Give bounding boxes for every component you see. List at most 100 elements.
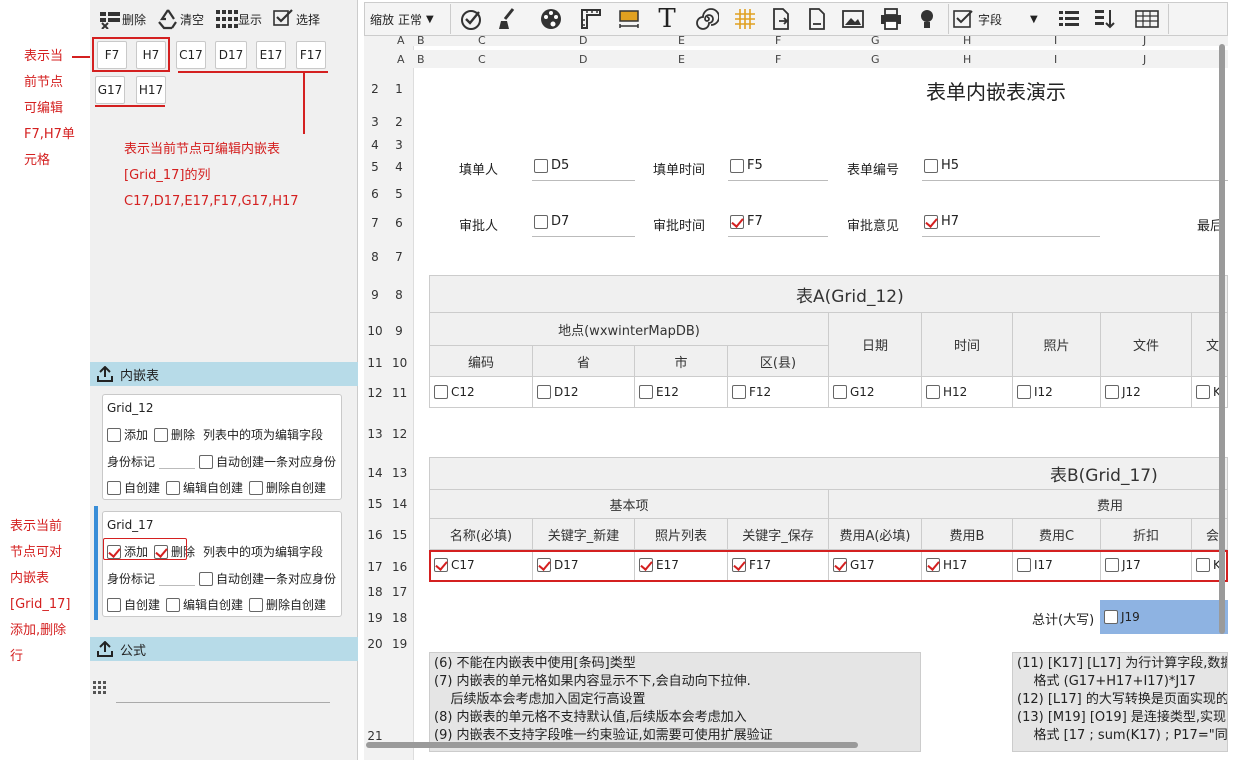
filler-field[interactable]: D5 bbox=[534, 158, 569, 173]
cell-checkbox[interactable] bbox=[833, 385, 847, 399]
field-dropdown[interactable]: 字段 ▼ bbox=[952, 8, 1044, 30]
add-checkbox[interactable] bbox=[107, 427, 121, 442]
edit-self-checkbox[interactable] bbox=[166, 480, 181, 495]
field-checkbox[interactable] bbox=[924, 214, 938, 229]
editable-cell-button[interactable]: H7 bbox=[136, 41, 166, 69]
horizontal-scrollbar[interactable] bbox=[366, 742, 858, 748]
identity-input[interactable] bbox=[159, 455, 196, 469]
col-header: J bbox=[1143, 34, 1147, 47]
cell-checkbox[interactable] bbox=[1105, 385, 1119, 399]
grid-a-header: 照片 bbox=[1013, 313, 1101, 377]
grid-a-cell[interactable]: G12 bbox=[829, 377, 922, 408]
cell-checkbox[interactable] bbox=[926, 385, 940, 399]
field-checkbox[interactable] bbox=[730, 214, 744, 229]
fill-time-label: 填单时间 bbox=[653, 163, 706, 178]
approver-field[interactable]: D7 bbox=[534, 214, 569, 229]
editable-cell-button[interactable]: F7 bbox=[97, 41, 127, 69]
text-icon[interactable]: T bbox=[654, 4, 680, 34]
grid-a-cell[interactable]: D12 bbox=[533, 377, 635, 408]
cell-checkbox[interactable] bbox=[1017, 385, 1031, 399]
embedded-section-header[interactable]: 内嵌表 bbox=[90, 362, 358, 386]
cell-label: C12 bbox=[451, 385, 475, 399]
left-toolbar: 删除 清空 显示 选择 bbox=[98, 6, 356, 32]
column-button[interactable]: E17 bbox=[256, 41, 286, 69]
vertical-scrollbar[interactable] bbox=[1219, 44, 1225, 634]
self-create-checkbox[interactable] bbox=[107, 597, 121, 612]
grid-a-header: 日期 bbox=[829, 313, 922, 377]
new-doc-icon[interactable] bbox=[804, 6, 830, 32]
col-header: A bbox=[397, 34, 405, 47]
column-button[interactable]: F17 bbox=[296, 41, 326, 69]
fill-time-field[interactable]: F5 bbox=[730, 158, 763, 173]
auto-create-checkbox[interactable] bbox=[199, 571, 214, 586]
brush-icon[interactable] bbox=[494, 6, 520, 32]
delete-self-checkbox[interactable] bbox=[249, 597, 264, 612]
delete-self-checkbox[interactable] bbox=[249, 480, 264, 495]
grid-a-cell[interactable]: H12 bbox=[922, 377, 1013, 408]
grid-a-cell[interactable]: E12 bbox=[635, 377, 728, 408]
delete-button[interactable]: 删除 bbox=[98, 9, 146, 29]
check-icon[interactable] bbox=[458, 6, 484, 32]
column-button[interactable]: D17 bbox=[215, 41, 247, 69]
self-create-checkbox[interactable] bbox=[107, 480, 121, 495]
row-number: 4 bbox=[371, 138, 379, 152]
column-button[interactable]: G17 bbox=[95, 76, 125, 104]
row-number: 8 bbox=[371, 250, 379, 264]
form-title: 表单内嵌表演示 bbox=[926, 80, 1066, 104]
form-no-field[interactable]: H5 bbox=[924, 158, 959, 173]
edit-self-checkbox[interactable] bbox=[166, 597, 181, 612]
editable-row-highlight bbox=[429, 550, 1228, 582]
annotation-line: 内嵌表 bbox=[10, 571, 50, 586]
resize-icon[interactable] bbox=[616, 6, 642, 32]
grid-a-header: 编码 bbox=[429, 346, 533, 377]
cell-checkbox[interactable] bbox=[639, 385, 653, 399]
identity-input[interactable] bbox=[159, 572, 196, 586]
bulb-icon[interactable] bbox=[914, 6, 940, 32]
cell-checkbox[interactable] bbox=[537, 385, 551, 399]
clear-button[interactable]: 清空 bbox=[156, 8, 204, 30]
list-icon[interactable] bbox=[1056, 6, 1082, 32]
grid-a-cell[interactable]: J12 bbox=[1101, 377, 1192, 408]
zoom-control[interactable]: 缩放 正常 ▼ bbox=[370, 11, 434, 28]
col-header: H bbox=[963, 53, 972, 66]
grid-a-cell[interactable]: C12 bbox=[429, 377, 533, 408]
approve-opinion-label: 审批意见 bbox=[847, 219, 900, 234]
auto-create-checkbox[interactable] bbox=[199, 454, 214, 469]
col-header: D bbox=[579, 53, 588, 66]
show-button[interactable]: 显示 bbox=[214, 8, 262, 30]
cell-checkbox[interactable] bbox=[732, 385, 746, 399]
table-grid-icon[interactable] bbox=[732, 6, 758, 32]
grid-a-cell[interactable]: I12 bbox=[1013, 377, 1101, 408]
field-checkbox[interactable] bbox=[534, 214, 548, 229]
approve-time-field[interactable]: F7 bbox=[730, 214, 763, 229]
export-doc-icon[interactable] bbox=[768, 6, 794, 32]
grid-a-cell[interactable]: F12 bbox=[728, 377, 829, 408]
field-checkbox[interactable] bbox=[1104, 610, 1118, 624]
column-button[interactable]: H17 bbox=[136, 76, 166, 104]
field-checkbox[interactable] bbox=[924, 158, 938, 173]
cell-checkbox[interactable] bbox=[1196, 385, 1210, 399]
row-number-inner: 5 bbox=[395, 187, 403, 201]
formula-section-header[interactable]: 公式 bbox=[90, 637, 358, 661]
cell-checkbox[interactable] bbox=[434, 385, 448, 399]
row-number: 10 bbox=[367, 324, 383, 338]
select-button[interactable]: 选择 bbox=[272, 8, 320, 30]
formula-input[interactable] bbox=[116, 702, 330, 703]
approve-opinion-field[interactable]: H7 bbox=[924, 214, 959, 229]
print-icon[interactable] bbox=[878, 6, 904, 32]
col-header: C bbox=[478, 53, 486, 66]
palette-icon[interactable] bbox=[538, 6, 564, 32]
ruler-icon[interactable] bbox=[578, 6, 604, 32]
field-checkbox[interactable] bbox=[534, 158, 548, 173]
note-line: (12) [L17] 的大写转换是页面实现的 bbox=[1017, 692, 1228, 707]
field-checkbox[interactable] bbox=[730, 158, 744, 173]
spiral-icon[interactable] bbox=[694, 6, 720, 32]
sort-icon[interactable] bbox=[1092, 6, 1118, 32]
total-field[interactable]: J19 bbox=[1100, 600, 1228, 634]
delete-checkbox[interactable] bbox=[154, 427, 169, 442]
grid-b-header: 折扣 bbox=[1101, 519, 1192, 550]
image-icon[interactable] bbox=[840, 6, 866, 32]
row-number: 18 bbox=[367, 585, 383, 599]
table-settings-icon[interactable] bbox=[1134, 6, 1160, 32]
column-button[interactable]: C17 bbox=[176, 41, 206, 69]
